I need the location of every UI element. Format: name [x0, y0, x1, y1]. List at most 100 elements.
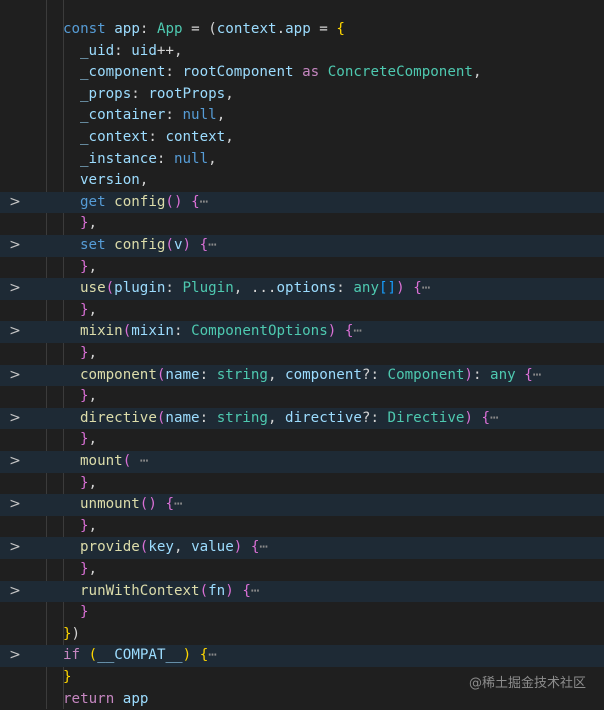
code-token: , [88, 345, 98, 361]
code-token: key [148, 539, 174, 556]
code-text: }, [80, 473, 97, 495]
code-text: _context: context, [80, 127, 234, 149]
code-line[interactable]: } [0, 602, 604, 624]
code-token: _container [80, 107, 166, 124]
code-token: get [80, 193, 115, 210]
code-token: , [88, 474, 98, 491]
code-line-folded[interactable]: > provide(key, value) {⋯ [0, 537, 604, 559]
code-token: , [267, 409, 286, 426]
code-token: { [481, 409, 491, 426]
fold-chevron-icon[interactable]: > [9, 451, 21, 473]
code-token: ConcreteComponent [327, 64, 473, 81]
code-line[interactable]: }, [0, 257, 604, 279]
code-token: Plugin [182, 280, 234, 297]
code-token: : [165, 280, 183, 297]
code-token: config [114, 237, 166, 253]
code-line-folded[interactable]: > component(name: string, component?: Com… [0, 364, 604, 387]
code-token: } [80, 604, 89, 621]
fold-chevron-icon[interactable]: > [9, 321, 21, 343]
code-editor[interactable]: const app: App = (context.app = {_uid: u… [0, 0, 604, 709]
code-line-folded[interactable]: > directive(name: string, directive?: Dir… [0, 407, 604, 430]
code-token: any [490, 366, 516, 383]
fold-chevron-icon[interactable]: > [9, 494, 21, 516]
code-token: fn [208, 582, 226, 599]
code-token: { [413, 280, 422, 297]
code-text: use(plugin: Plugin, ...options: any[]) {… [80, 278, 430, 300]
code-text: component(name: string, component?: Comp… [80, 365, 541, 387]
code-line-folded[interactable]: > mixin(mixin: ComponentOptions) {⋯ [0, 321, 604, 343]
code-token: { [199, 647, 209, 664]
code-line[interactable]: _uid: uid++, [0, 41, 604, 63]
code-line[interactable]: _context: context, [0, 127, 604, 149]
code-line[interactable]: const app: App = (context.app = { [0, 19, 604, 41]
code-line[interactable]: version, [0, 170, 604, 192]
fold-chevron-icon[interactable]: > [9, 235, 21, 257]
code-text: _container: null, [80, 105, 225, 127]
code-token: , [225, 129, 234, 145]
code-line-folded[interactable]: > use(plugin: Plugin, ...options: any[]) … [0, 278, 604, 300]
code-line[interactable]: }, [0, 386, 604, 408]
code-token: string [216, 409, 268, 426]
fold-chevron-icon[interactable]: > [9, 278, 21, 300]
code-token: { [165, 496, 174, 513]
code-token: _instance [80, 150, 157, 167]
fold-chevron-icon[interactable]: > [9, 581, 21, 603]
code-text: mount( ⋯ [80, 451, 148, 473]
code-line[interactable]: _instance: null, [0, 149, 604, 171]
code-line[interactable]: }, [0, 429, 604, 451]
code-token: rootComponent [182, 64, 294, 81]
code-text: const app: App = (context.app = { [63, 19, 345, 41]
code-line-folded[interactable]: > runWithContext(fn) {⋯ [0, 580, 604, 603]
code-line[interactable]: _component: rootComponent as ConcreteCom… [0, 62, 604, 84]
code-line[interactable]: }, [0, 343, 604, 365]
code-text: }, [80, 429, 97, 451]
code-text: }, [80, 300, 97, 322]
code-token: app [285, 21, 311, 37]
code-line[interactable]: }, [0, 213, 604, 235]
code-line[interactable]: return app [0, 689, 604, 710]
code-token: const [63, 21, 115, 37]
code-token: } [80, 215, 89, 232]
code-token: _component [80, 64, 166, 81]
code-token: } [80, 561, 89, 577]
code-line-folded[interactable]: > unmount() {⋯ [0, 494, 604, 516]
code-token: () [139, 496, 157, 513]
code-line-folded[interactable]: > get config() {⋯ [0, 191, 604, 214]
code-token: directive [285, 409, 362, 426]
code-token: __COMPAT__ [97, 647, 183, 664]
code-token: = [310, 21, 337, 37]
code-line[interactable]: }, [0, 473, 604, 495]
code-token: , [208, 150, 217, 167]
code-token: ComponentOptions [191, 323, 328, 340]
code-token: : [165, 64, 183, 81]
code-text: provide(key, value) {⋯ [80, 537, 268, 559]
code-line[interactable]: }, [0, 516, 604, 538]
code-token: , [88, 431, 98, 448]
fold-chevron-icon[interactable]: > [9, 645, 21, 667]
code-token: ?: [361, 366, 388, 383]
code-token: ⋯ [173, 496, 183, 513]
fold-chevron-icon[interactable]: > [9, 192, 21, 214]
code-token: = ( [182, 21, 217, 37]
code-token: } [80, 301, 89, 318]
code-line[interactable]: }) [0, 624, 604, 646]
code-line[interactable]: }, [0, 300, 604, 322]
fold-chevron-icon[interactable]: > [9, 365, 21, 387]
code-line-folded[interactable]: > set config(v) {⋯ [0, 235, 604, 257]
code-text: _props: rootProps, [80, 84, 234, 106]
fold-chevron-icon[interactable]: > [9, 408, 21, 430]
code-line[interactable]: _container: null, [0, 105, 604, 127]
code-line-folded[interactable]: > if (__COMPAT__) {⋯ [0, 645, 604, 667]
code-line[interactable]: }, [0, 559, 604, 581]
code-token: ⋯ [421, 280, 431, 297]
code-token: ) [182, 237, 192, 253]
code-line[interactable]: _props: rootProps, [0, 84, 604, 106]
code-token: } [80, 258, 89, 275]
code-line-folded[interactable]: > mount( ⋯ [0, 451, 604, 473]
fold-chevron-icon[interactable]: > [9, 537, 21, 559]
code-token: uid [131, 42, 157, 59]
code-token: , [88, 215, 98, 232]
code-token: , [139, 172, 149, 189]
